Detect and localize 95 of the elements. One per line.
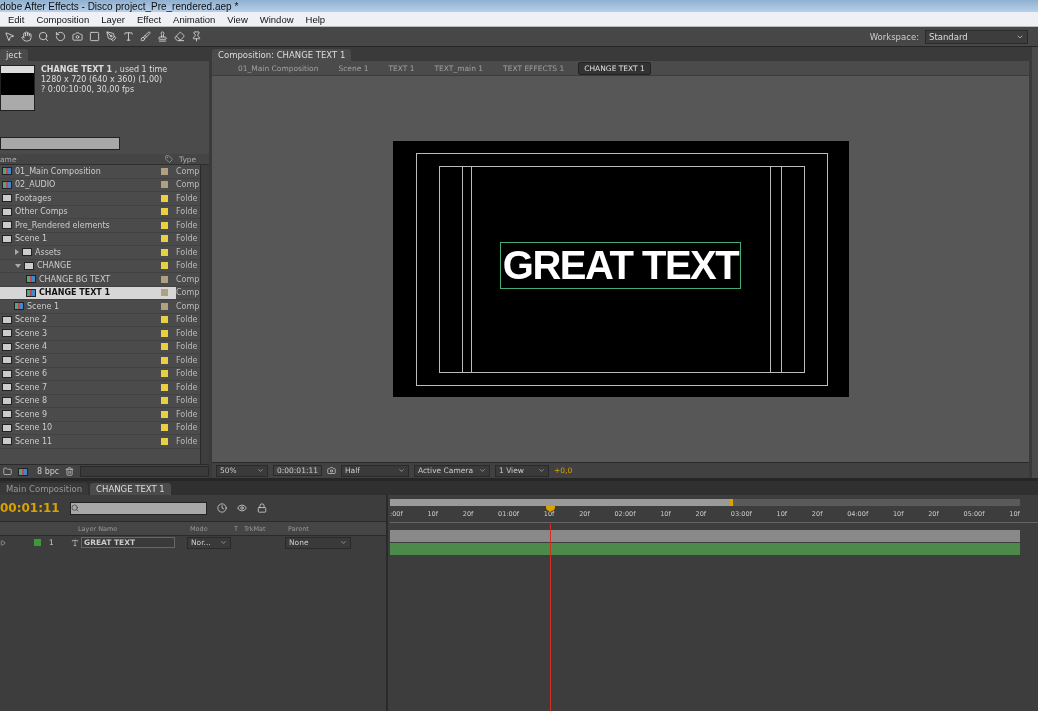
expand-arrow-icon[interactable] [0, 539, 6, 546]
item-type: Comp [176, 165, 200, 178]
project-item[interactable]: Scene 7 Folde [0, 381, 200, 395]
folder-icon[interactable] [3, 467, 12, 476]
trash-icon[interactable] [65, 467, 75, 476]
project-item[interactable]: Scene 1 Folde [0, 232, 200, 246]
zoom-icon[interactable] [38, 31, 49, 42]
item-name: Scene 1 [27, 301, 61, 311]
rotate-icon[interactable] [55, 31, 66, 42]
menu-item[interactable]: Animation [173, 13, 216, 25]
project-item[interactable]: Scene 1 Comp [0, 300, 200, 314]
composition-icon[interactable] [18, 467, 28, 476]
item-type: Comp [176, 300, 200, 313]
workspace-label: Workspace: [869, 31, 919, 42]
item-name: Scene 3 [15, 328, 49, 338]
comp-usage: CHANGE TEXT 1 , used 1 time [41, 65, 168, 74]
menu-item[interactable]: View [227, 13, 248, 25]
item-name: CHANGE TEXT 1 [39, 288, 112, 298]
menu-item[interactable]: Help [305, 13, 326, 25]
timeline-tab[interactable]: CHANGE TEXT 1 [90, 483, 171, 495]
label-icon[interactable] [165, 155, 173, 163]
search-field[interactable] [0, 137, 120, 150]
item-name: Scene 5 [15, 355, 49, 365]
canvas-text[interactable]: GREAT TEXT [500, 242, 741, 288]
project-item[interactable]: Scene 4 Folde [0, 340, 200, 354]
item-name: Scene 7 [15, 382, 49, 392]
eraser-icon[interactable] [174, 31, 185, 42]
camera-icon[interactable] [327, 466, 336, 475]
window-title: dobe After Effects - Disco project_Pre_rendered.aep * [0, 0, 239, 12]
pointer-icon[interactable] [4, 31, 15, 42]
scroll-bar[interactable] [200, 165, 209, 464]
type-icon[interactable] [123, 31, 134, 42]
pin-icon[interactable] [191, 31, 202, 42]
eye-icon[interactable] [236, 503, 247, 513]
panel-tab[interactable]: ject [0, 49, 28, 61]
panel-tab[interactable]: Composition: CHANGE TEXT 1 [212, 49, 352, 61]
thumbnail-placeholder [0, 65, 35, 111]
workspace-dropdown[interactable]: Standard [925, 29, 1028, 44]
menu-item[interactable]: Edit [8, 13, 25, 25]
item-name: 02_AUDIO [15, 180, 57, 190]
stamp-icon[interactable] [157, 31, 168, 42]
scroll-bar[interactable] [80, 466, 209, 477]
project-item[interactable]: Scene 10 Folde [0, 421, 200, 435]
playhead[interactable] [546, 506, 555, 511]
item-name: Pre_Rendered elements [15, 220, 111, 230]
project-item[interactable]: Scene 11 Folde [0, 435, 200, 449]
hand-icon[interactable] [21, 31, 32, 42]
item-name: 01_Main Composition [15, 166, 102, 176]
menu-item[interactable]: Window [259, 13, 294, 25]
item-name: Scene 9 [15, 409, 49, 419]
menu-item[interactable]: Composition [36, 13, 90, 25]
text-layer-icon [71, 538, 79, 547]
project-item[interactable]: CHANGE BG TEXT Comp [0, 273, 200, 287]
search-field[interactable] [69, 501, 207, 515]
project-item[interactable]: CHANGE Folde [0, 259, 200, 273]
menu-item[interactable]: Layer [101, 13, 125, 25]
comp-dimensions: 1280 x 720 (640 x 360) (1,00) [41, 75, 164, 84]
item-name: Scene 8 [15, 396, 49, 406]
project-item[interactable]: Scene 2 Folde [0, 313, 200, 327]
item-name: Assets [35, 247, 63, 257]
item-name: Scene 2 [15, 315, 49, 325]
item-name: Scene 6 [15, 369, 49, 379]
item-name: Footages [15, 193, 53, 203]
camera-icon[interactable] [72, 31, 83, 42]
pen-icon[interactable] [106, 31, 117, 42]
lock-icon[interactable] [256, 503, 267, 513]
project-item[interactable]: Scene 3 Folde [0, 327, 200, 341]
item-name: CHANGE BG TEXT [39, 274, 112, 284]
timeline-tab[interactable]: Main Composition [0, 483, 89, 495]
brush-icon[interactable] [140, 31, 151, 42]
item-name: Scene 10 [15, 423, 54, 433]
work-area-track[interactable] [390, 499, 1020, 506]
item-name: CHANGE [37, 261, 73, 271]
project-item[interactable]: Scene 9 Folde [0, 408, 200, 422]
item-name: Other Comps [15, 207, 69, 217]
project-item[interactable]: 01_Main Composition Comp [0, 165, 200, 179]
project-item[interactable]: Scene 6 Folde [0, 367, 200, 381]
item-name: Scene 11 [15, 436, 54, 446]
project-item[interactable]: Assets Folde [0, 246, 200, 260]
item-name: Scene 4 [15, 342, 49, 352]
menu-item[interactable]: Effect [136, 13, 162, 25]
project-item[interactable]: Scene 8 Folde [0, 394, 200, 408]
project-item[interactable]: Footages Folde [0, 192, 200, 206]
project-item[interactable]: Pre_Rendered elements Folde [0, 219, 200, 233]
project-item[interactable]: Scene 5 Folde [0, 354, 200, 368]
project-item[interactable]: Other Comps Folde [0, 205, 200, 219]
search-icon [70, 504, 79, 512]
rectangle-icon[interactable] [89, 31, 100, 42]
item-name: Scene 1 [15, 234, 49, 244]
project-item[interactable]: 02_AUDIO Comp [0, 178, 200, 192]
bit-depth[interactable]: 8 bpc [37, 467, 60, 476]
comp-duration: ? 0:00:10:00, 30,00 fps [41, 85, 136, 94]
current-time[interactable]: 00:01:11 [0, 501, 60, 515]
clock-icon[interactable] [216, 503, 227, 513]
item-type: Comp [176, 273, 200, 286]
